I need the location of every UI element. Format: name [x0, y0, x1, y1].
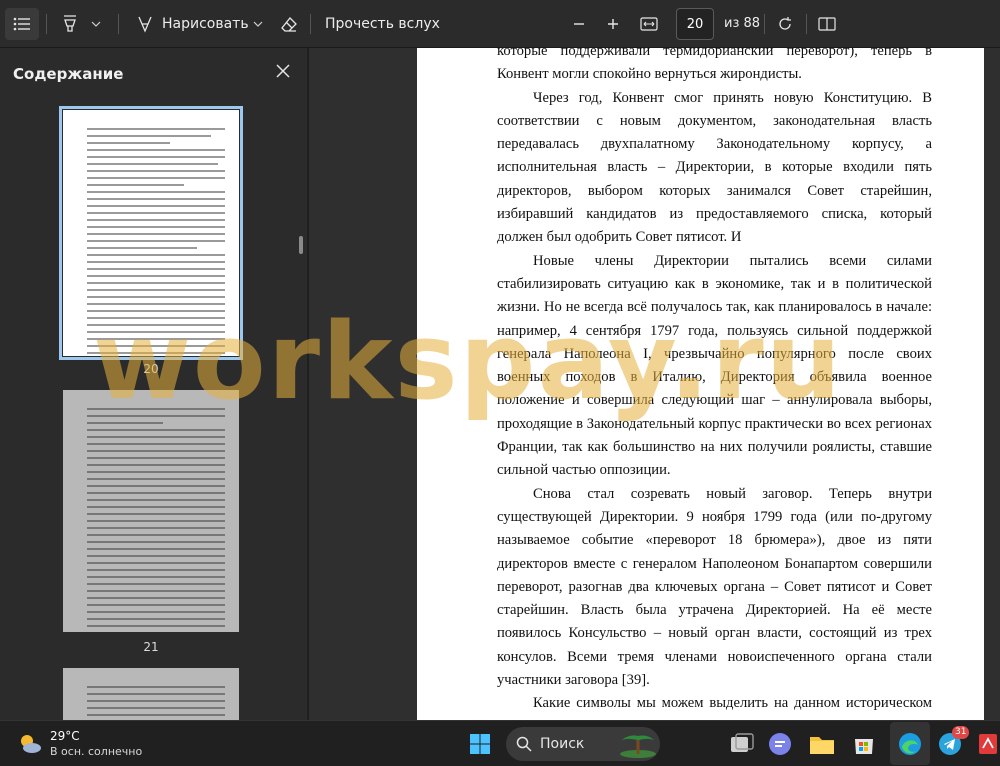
close-sidebar-button[interactable]: [272, 60, 294, 82]
page-total-label: из 88: [724, 16, 761, 31]
eraser-button[interactable]: [276, 8, 302, 40]
eraser-icon: [281, 17, 297, 32]
page-thumbnail-20[interactable]: [59, 106, 243, 360]
task-view-button[interactable]: [728, 730, 756, 758]
thumbnail-text: [87, 408, 225, 632]
rotate-button[interactable]: [772, 8, 798, 40]
pen-icon: [138, 16, 152, 33]
document-page: которые поддерживали термидорианский пер…: [417, 48, 984, 720]
page-view-button[interactable]: [814, 8, 840, 40]
taskbar-search[interactable]: Поиск: [506, 727, 660, 761]
list-icon: [13, 17, 30, 31]
contents-sidebar: Содержание 20 21: [0, 48, 308, 720]
sidebar-title: Содержание: [13, 65, 124, 83]
edge-button[interactable]: [896, 730, 924, 758]
store-icon: [855, 739, 873, 754]
windows-icon: [470, 734, 490, 754]
file-explorer-button[interactable]: [808, 730, 836, 758]
start-button[interactable]: [466, 730, 494, 758]
search-label: Поиск: [540, 736, 585, 752]
minus-icon: [574, 23, 584, 25]
chevron-down-icon: [253, 21, 263, 27]
paragraph: которые поддерживали термидорианский пер…: [497, 48, 932, 83]
paragraph: Новые члены Директории пытались всеми си…: [497, 252, 932, 479]
thumbnail-page-number: 20: [143, 362, 159, 376]
weather-temperature: 29°C: [50, 729, 80, 743]
edge-icon: [899, 733, 921, 755]
folder-icon: [810, 737, 834, 754]
pdf-icon: [979, 734, 997, 754]
zoom-out-button[interactable]: [566, 8, 592, 40]
draw-button[interactable]: Нарисовать: [162, 8, 249, 40]
store-button[interactable]: [850, 730, 878, 758]
document-viewer: которые поддерживали термидорианский пер…: [309, 48, 1000, 720]
rotate-icon: [779, 17, 791, 30]
chat-icon: [769, 733, 791, 755]
toolbar-separator: [46, 14, 47, 34]
sidebar-scrollbar[interactable]: [299, 236, 303, 254]
search-icon: [516, 736, 532, 752]
paragraph: Через год, Конвент смог принять новую Ко…: [497, 89, 932, 246]
highlight-button[interactable]: [58, 8, 82, 40]
page-thumbnail-22[interactable]: [63, 668, 239, 720]
chevron-down-icon: [91, 21, 101, 27]
thumbnail-text: [87, 128, 225, 356]
page-thumbnail-21[interactable]: [63, 390, 239, 632]
close-icon: [276, 64, 290, 78]
thumbnail-page-number: 21: [143, 640, 159, 654]
toolbar-separator: [118, 14, 119, 34]
notification-badge: 31: [952, 726, 970, 739]
weather-description: В осн. солнечно: [50, 745, 143, 758]
plus-icon: [608, 19, 618, 29]
draw-pen-button[interactable]: [132, 8, 158, 40]
toolbar-separator: [764, 14, 765, 34]
weather-widget[interactable]: [18, 732, 42, 756]
zoom-in-button[interactable]: [600, 8, 626, 40]
paragraph: Какие символы мы можем выделить на данно…: [497, 695, 932, 720]
toolbar-separator: [806, 14, 807, 34]
pdf-reader-button[interactable]: [976, 730, 1000, 758]
toolbar-separator: [310, 14, 311, 34]
paragraph: Снова стал созревать новый заговор. Тепе…: [497, 485, 932, 689]
teams-chat-button[interactable]: [766, 730, 794, 758]
sun-cloud-icon: [21, 735, 41, 753]
fit-width-button[interactable]: [636, 8, 662, 40]
telegram-button[interactable]: 31: [936, 726, 970, 758]
read-aloud-button[interactable]: Прочесть вслух: [325, 8, 440, 40]
highlighter-icon: [64, 15, 76, 32]
table-of-contents-button[interactable]: [5, 8, 39, 40]
thumbnail-text: [87, 686, 225, 720]
draw-dropdown-button[interactable]: [250, 8, 266, 40]
book-view-icon: [818, 17, 836, 31]
page-number-input[interactable]: 20: [676, 8, 714, 40]
search-highlight-icon: [620, 735, 656, 758]
fit-width-icon: [640, 17, 658, 31]
highlight-dropdown-button[interactable]: [88, 8, 104, 40]
taskbar: 29°C В осн. солнечно Поиск 31: [0, 720, 1000, 766]
app-toolbar: Нарисовать Прочесть вслух 20 из 88: [0, 0, 1000, 48]
task-view-icon: [731, 733, 754, 752]
